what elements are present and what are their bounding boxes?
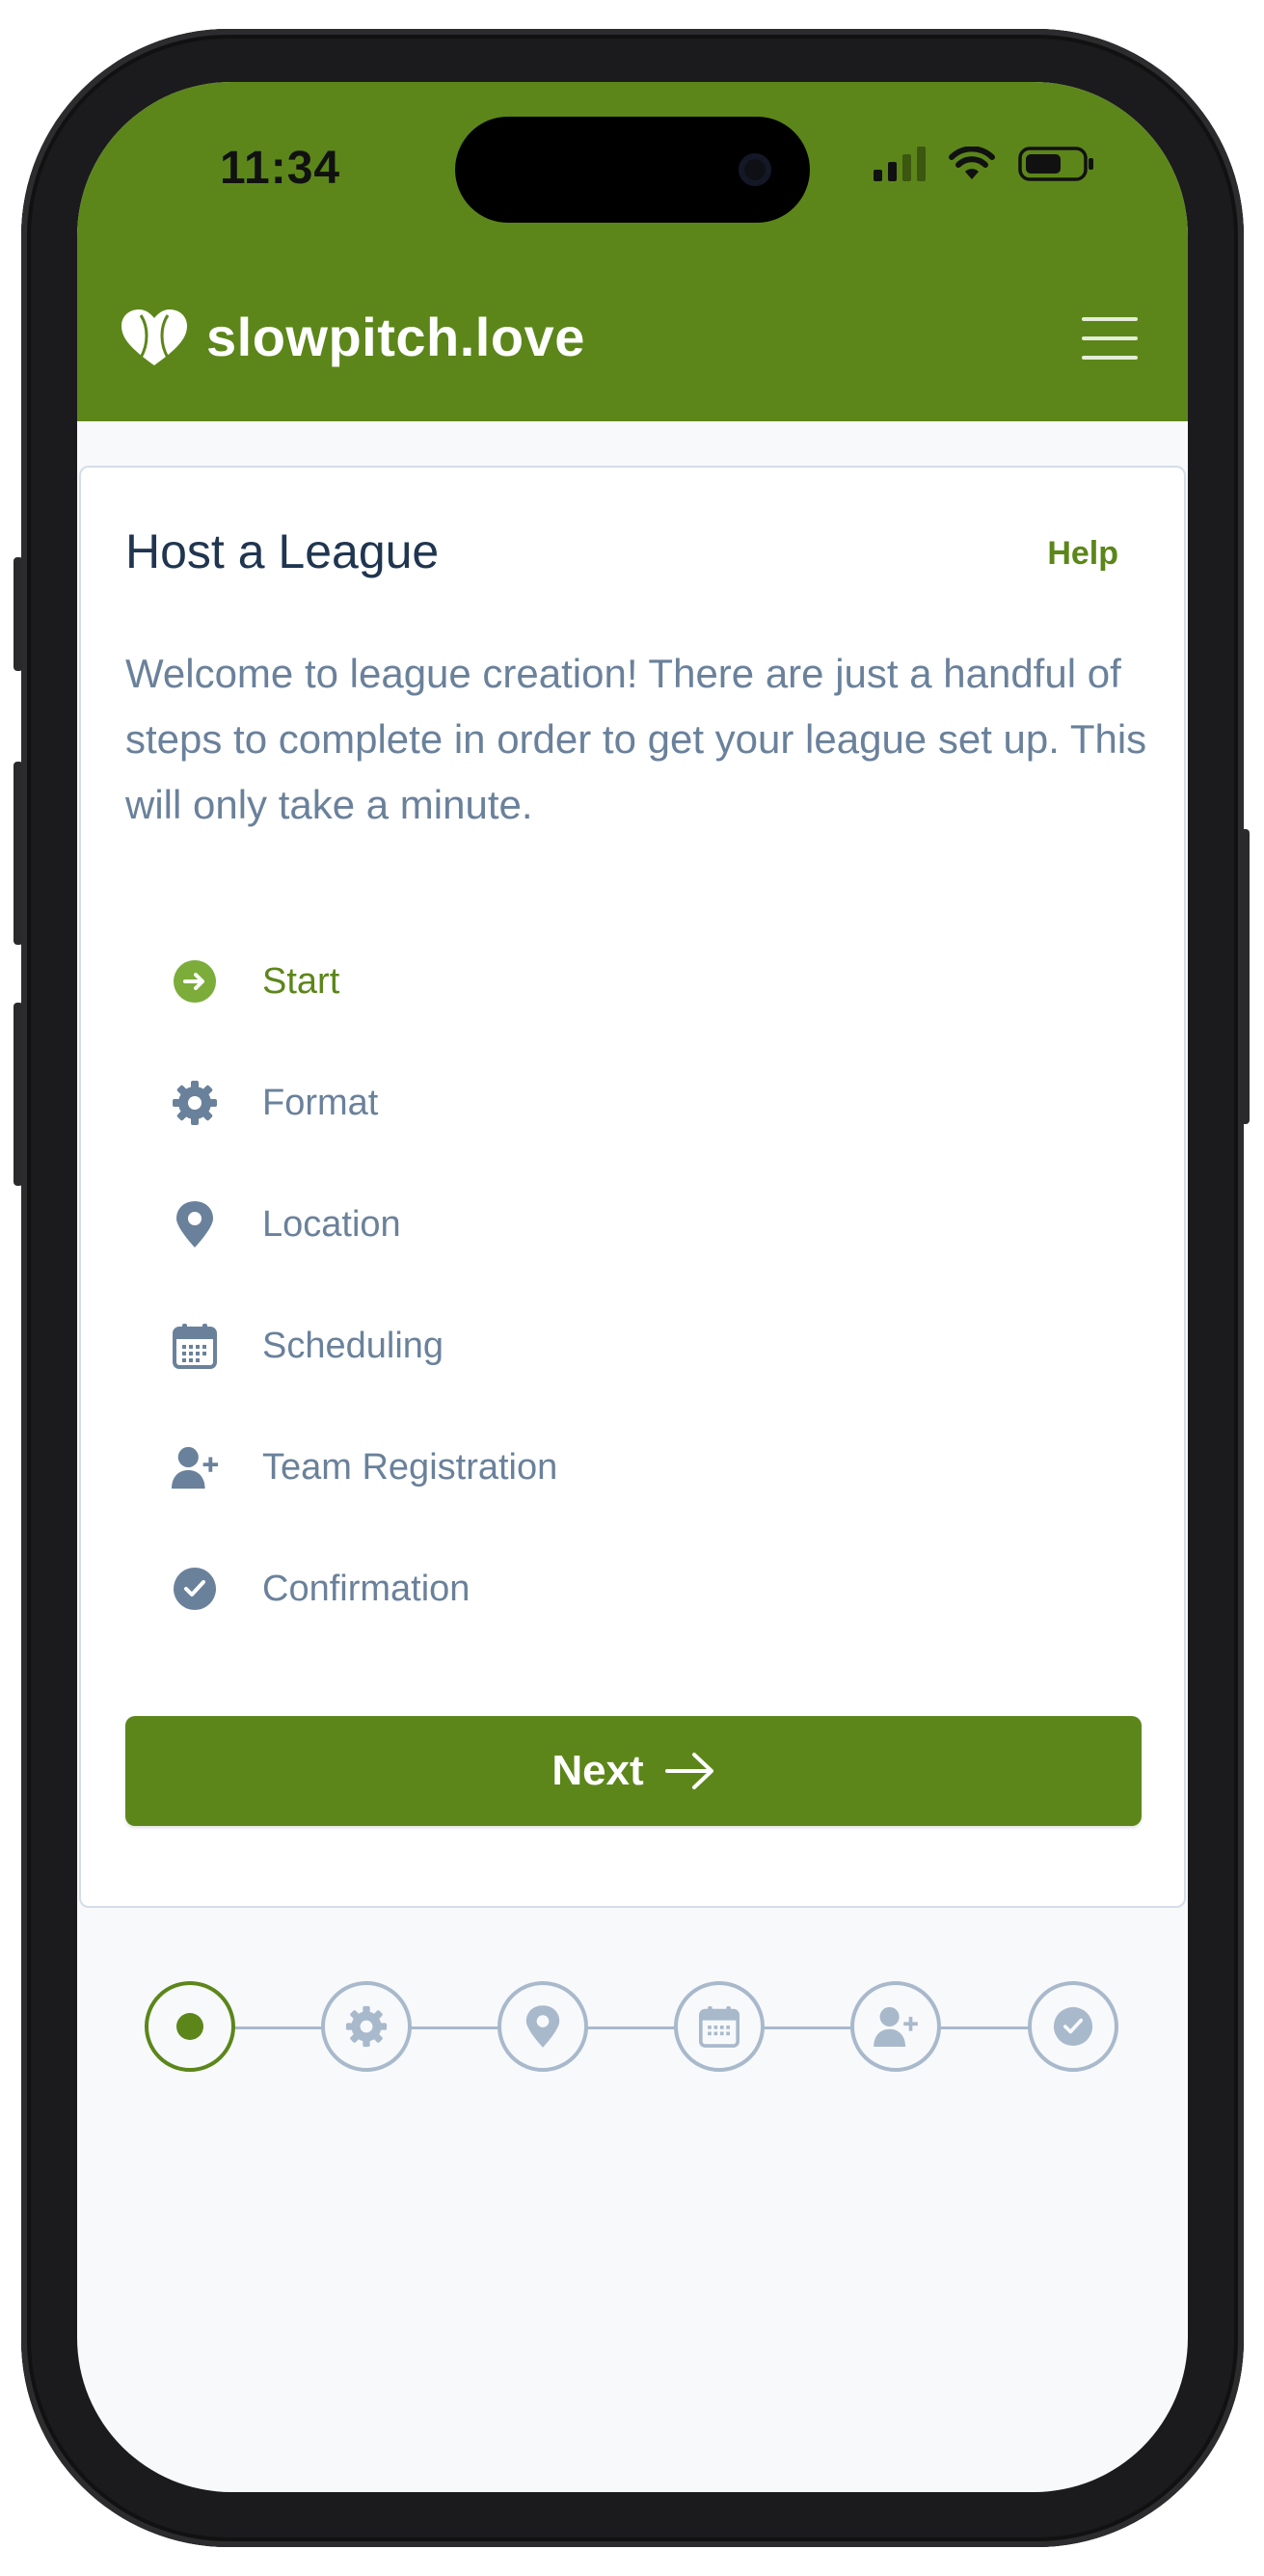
brand-name: slowpitch.love <box>206 307 585 367</box>
step-label: Format <box>262 1082 379 1123</box>
gear-icon <box>345 2005 388 2048</box>
step-item-scheduling[interactable]: Scheduling <box>172 1285 1039 1407</box>
stepper-node-team-registration[interactable] <box>850 1981 941 2072</box>
stepper-node-scheduling[interactable] <box>674 1981 765 2072</box>
user-plus-icon <box>172 1444 218 1490</box>
battery-icon <box>1018 147 1093 181</box>
intro-text: Welcome to league creation! There are ju… <box>125 651 1147 827</box>
status-time: 11:34 <box>220 143 341 194</box>
next-button-label: Next <box>551 1747 644 1794</box>
map-pin-icon <box>172 1201 218 1248</box>
cellular-signal-icon <box>874 147 926 181</box>
status-icons <box>874 146 1095 182</box>
baseball-heart-icon <box>121 309 187 365</box>
stepper-node-start[interactable] <box>145 1981 235 2072</box>
step-list: Start Format Location Scheduling Team Re… <box>172 921 1039 1650</box>
user-plus-icon <box>874 2006 918 2047</box>
step-item-format[interactable]: Format <box>172 1042 1039 1164</box>
stepper-node-format[interactable] <box>321 1981 412 2072</box>
calendar-icon <box>699 2006 740 2048</box>
step-label: Confirmation <box>262 1568 471 1609</box>
map-pin-icon <box>525 2005 560 2048</box>
step-label: Team Registration <box>262 1446 558 1488</box>
step-item-confirmation[interactable]: Confirmation <box>172 1528 1039 1650</box>
gear-icon <box>172 1080 218 1126</box>
next-button[interactable]: Next <box>125 1716 1142 1826</box>
arrow-right-circle-icon <box>172 958 218 1005</box>
stepper-node-confirmation[interactable] <box>1028 1981 1118 2072</box>
check-circle-icon <box>172 1566 218 1612</box>
progress-stepper <box>145 1981 1118 2074</box>
app-header: 11:34 slowpitch.love <box>77 82 1188 421</box>
arrow-right-icon <box>664 1753 713 1789</box>
dynamic-island <box>455 117 810 223</box>
stepper-node-location[interactable] <box>498 1981 588 2072</box>
step-label: Scheduling <box>262 1325 444 1366</box>
step-item-location[interactable]: Location <box>172 1164 1039 1285</box>
step-item-start[interactable]: Start <box>172 921 1039 1042</box>
volume-down-button <box>13 1003 23 1186</box>
page-title: Host a League <box>125 524 440 578</box>
current-step-dot <box>176 2013 203 2040</box>
brand[interactable]: slowpitch.love <box>120 306 585 368</box>
host-league-card: Host a League Help Welcome to league cre… <box>79 466 1186 1908</box>
step-label: Location <box>262 1203 401 1245</box>
check-circle-icon <box>1053 2006 1093 2047</box>
calendar-icon <box>172 1323 218 1369</box>
power-button <box>1240 829 1250 1124</box>
volume-up-button <box>13 762 23 945</box>
screen: 11:34 slowpitch.love Host a League Help … <box>77 82 1188 2492</box>
wifi-icon <box>949 147 995 179</box>
camera-icon <box>739 153 771 186</box>
action-button <box>13 557 23 671</box>
hamburger-menu-icon[interactable] <box>1082 317 1138 360</box>
step-label: Start <box>262 960 340 1002</box>
help-link[interactable]: Help <box>1047 535 1118 573</box>
step-item-team-registration[interactable]: Team Registration <box>172 1407 1039 1528</box>
